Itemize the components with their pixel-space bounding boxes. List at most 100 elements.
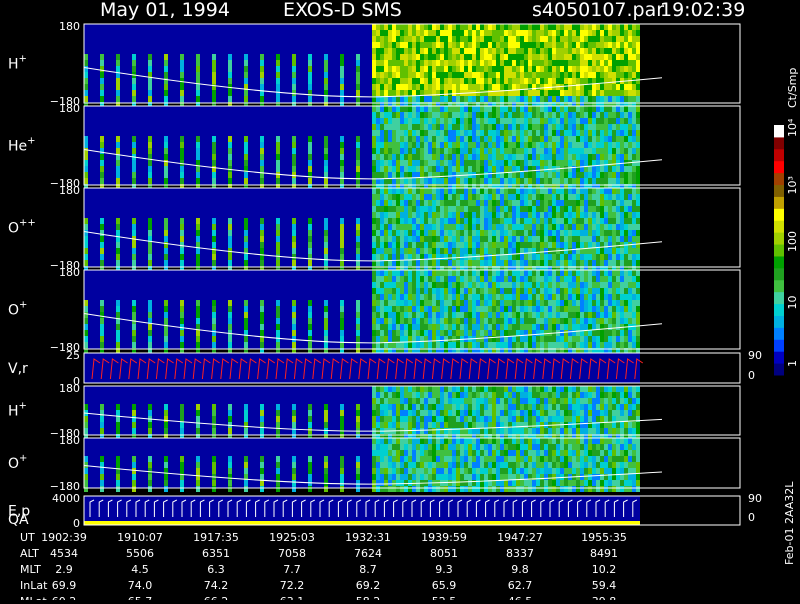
table-cell: 1910:07: [117, 531, 163, 544]
ytick-max: 25: [66, 349, 80, 362]
table-cell: 6351: [202, 547, 230, 560]
colorbar-swatch: [774, 160, 784, 174]
side-note: Feb-01 2AA32L: [783, 481, 796, 565]
colorbar-swatch: [774, 208, 784, 221]
panel-o2: 180−180O+: [8, 434, 741, 493]
qa-label: QA: [8, 512, 29, 528]
colorbar: 1 10 100 10³ 10⁴ Ct/Smp: [774, 68, 799, 376]
ytick-max: 180: [59, 382, 80, 395]
ytick-max: 180: [59, 102, 80, 115]
panel-opp: 180−180O++: [8, 184, 741, 272]
exos-d-sms-spectrogram: May 01, 1994 EXOS-D SMS s4050107.par 19:…: [8, 0, 799, 604]
colorbar-tick: 10: [786, 296, 799, 310]
table-cell: 58.2: [356, 595, 381, 600]
table-cell: 1939:59: [421, 531, 467, 544]
panel-label: He+: [8, 136, 36, 155]
colorbar-swatch: [774, 220, 784, 233]
table-cell: 1917:35: [193, 531, 239, 544]
colorbar-swatch: [774, 363, 784, 376]
colorbar-swatch: [774, 339, 784, 352]
title-instrument: EXOS-D SMS: [283, 0, 402, 21]
colorbar-swatch: [774, 244, 784, 257]
table-cell: 8491: [590, 547, 618, 560]
table-cell: 1932:31: [345, 531, 391, 544]
table-cell: 63.1: [280, 595, 305, 600]
table-cell: 9.3: [435, 563, 453, 576]
panel-h2: 180−180H+: [8, 382, 741, 440]
colorbar-swatch: [774, 267, 784, 281]
colorbar-swatch: [774, 232, 784, 245]
panel-label: H+: [8, 54, 27, 73]
table-row-label: UT: [20, 531, 35, 544]
table-cell: 46.5: [508, 595, 533, 600]
colorbar-swatch: [774, 327, 784, 340]
table-cell: 39.8: [592, 595, 617, 600]
table-cell: 72.2: [280, 579, 305, 592]
colorbar-swatch: [774, 172, 784, 186]
table-cell: 69.2: [356, 579, 381, 592]
table-cell: 7624: [354, 547, 382, 560]
table-cell: 1955:35: [581, 531, 627, 544]
colorbar-swatch: [774, 148, 784, 162]
table-cell: 4.5: [131, 563, 149, 576]
right-tick-max: 90: [748, 492, 762, 505]
table-cell: 1947:27: [497, 531, 543, 544]
colorbar-tick: 100: [786, 231, 799, 252]
table-cell: 8.7: [359, 563, 377, 576]
colorbar-swatch: [774, 351, 784, 364]
table-cell: 1902:39: [41, 531, 87, 544]
table-row-label: MLT: [20, 563, 41, 576]
panel-label: O+: [8, 300, 27, 319]
colorbar-tick: 10⁴: [786, 118, 799, 137]
colorbar-swatch: [774, 184, 784, 197]
table-cell: 60.2: [52, 595, 77, 600]
panel-group: 180−180H+180−180He+180−180O++180−180O+25…: [8, 20, 762, 530]
ytick-max: 4000: [52, 492, 80, 505]
colorbar-swatch: [774, 303, 784, 316]
ytick-max: 180: [59, 20, 80, 33]
table-cell: 6.3: [207, 563, 225, 576]
table-cell: 65.9: [432, 579, 457, 592]
table-cell: 7058: [278, 547, 306, 560]
panel-he: 180−180He+: [8, 102, 741, 190]
table-row-label: ALT: [20, 547, 39, 560]
table-cell: 5506: [126, 547, 154, 560]
title-date: May 01, 1994: [100, 0, 230, 21]
table-cell: 1925:03: [269, 531, 315, 544]
ytick-min: 0: [73, 517, 80, 530]
panel-o: 180−180O+: [8, 266, 741, 354]
table-row-label: MLat: [20, 595, 47, 600]
table-cell: 2.9: [55, 563, 73, 576]
table-cell: 74.2: [204, 579, 229, 592]
panel-label: V,r: [8, 361, 28, 377]
right-tick-max: 90: [748, 349, 762, 362]
colorbar-unit: Ct/Smp: [786, 68, 799, 108]
colorbar-swatch: [774, 136, 784, 150]
table-cell: 4534: [50, 547, 78, 560]
panel-label: O++: [8, 218, 36, 237]
table-cell: 66.2: [204, 595, 229, 600]
panel-label: H+: [8, 401, 27, 420]
right-tick-min: 0: [748, 369, 755, 382]
panel-vr: 250V,r900: [8, 349, 762, 388]
colorbar-tick: 10³: [786, 176, 799, 194]
panel-ep: 40000E,pQA900: [8, 492, 762, 530]
title-file: s4050107.par: [532, 0, 664, 21]
table-cell: 59.4: [592, 579, 617, 592]
colorbar-swatch: [774, 255, 784, 269]
ytick-max: 180: [59, 266, 80, 279]
colorbar-swatch: [774, 291, 784, 305]
colorbar-swatch: [774, 315, 784, 328]
panel-label: O+: [8, 453, 27, 472]
orbit-table: UT 1902:39 1910:07 1917:35 1925:03 1932:31 193…: [20, 531, 627, 604]
table-cell: 62.7: [508, 579, 533, 592]
table-row-label: InLat: [20, 579, 48, 592]
table-cell: 74.0: [128, 579, 153, 592]
colorbar-swatch: [774, 279, 784, 293]
table-cell: 10.2: [592, 563, 617, 576]
table-cell: 8337: [506, 547, 534, 560]
table-cell: 69.9: [52, 579, 77, 592]
ytick-max: 180: [59, 434, 80, 447]
ytick-max: 180: [59, 184, 80, 197]
colorbar-swatch: [774, 196, 784, 209]
